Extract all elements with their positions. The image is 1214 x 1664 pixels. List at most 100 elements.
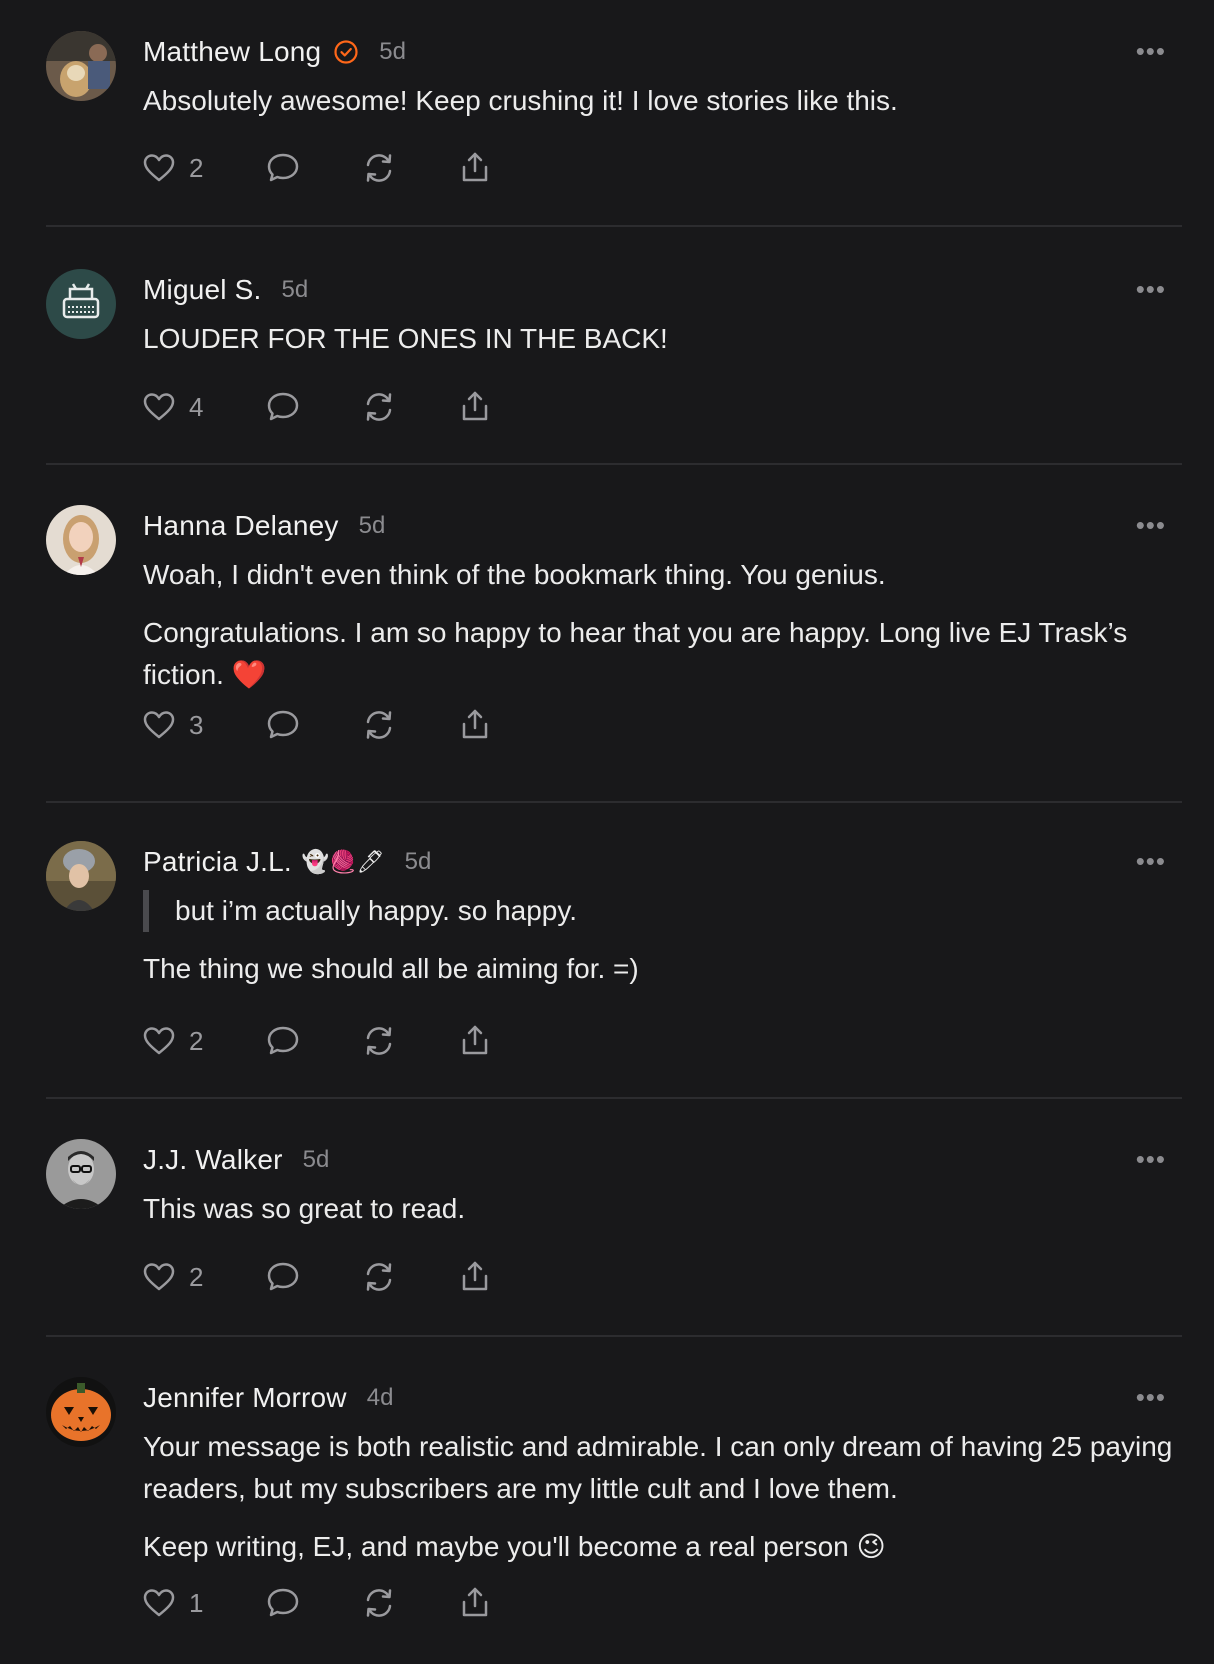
timestamp[interactable]: 5d [282, 276, 309, 304]
like-button[interactable]: 2 [141, 1259, 203, 1295]
more-options-button[interactable]: ••• [1136, 274, 1166, 305]
comment-body: but i’m actually happy. so happy. The th… [143, 890, 1178, 1006]
restack-icon [367, 711, 392, 739]
restack-button[interactable] [361, 1023, 397, 1059]
action-bar: 2 [141, 1259, 493, 1295]
author-name[interactable]: J.J. Walker [143, 1144, 283, 1176]
heart-icon [143, 1027, 175, 1055]
avatar[interactable] [46, 31, 116, 101]
like-button[interactable]: 1 [141, 1585, 203, 1621]
reply-button[interactable] [265, 150, 301, 186]
share-icon [463, 709, 488, 739]
more-options-button[interactable]: ••• [1136, 510, 1166, 541]
verified-badge-icon [333, 39, 359, 65]
comment-body: Woah, I didn't even think of the bookmar… [143, 554, 1178, 712]
timestamp[interactable]: 5d [303, 1146, 330, 1174]
share-icon [463, 1025, 488, 1055]
timestamp[interactable]: 4d [367, 1384, 394, 1412]
comment-bubble-icon [268, 1262, 299, 1291]
share-icon [463, 152, 488, 182]
like-button[interactable]: 3 [141, 707, 203, 743]
share-button[interactable] [457, 707, 493, 743]
share-button[interactable] [457, 1023, 493, 1059]
author-name[interactable]: Jennifer Morrow [143, 1382, 347, 1414]
timestamp[interactable]: 5d [359, 512, 386, 540]
restack-button[interactable] [361, 707, 397, 743]
comment-bubble-icon [268, 710, 299, 739]
comment-bubble-icon [268, 153, 299, 182]
timestamp[interactable]: 5d [405, 848, 432, 876]
restack-button[interactable] [361, 389, 397, 425]
timestamp[interactable]: 5d [379, 38, 406, 66]
reply-button[interactable] [265, 707, 301, 743]
more-options-button[interactable]: ••• [1136, 36, 1166, 67]
comment: Jennifer Morrow 4d ••• Your message is b… [0, 1337, 1214, 1664]
like-count: 3 [189, 709, 204, 740]
heart-icon [143, 393, 175, 421]
more-options-button[interactable]: ••• [1136, 1382, 1166, 1413]
share-icon [463, 391, 488, 421]
heart-icon [143, 1589, 175, 1617]
share-button[interactable] [457, 1259, 493, 1295]
action-bar: 2 [141, 1023, 493, 1059]
restack-button[interactable] [361, 150, 397, 186]
reply-button[interactable] [265, 389, 301, 425]
restack-button[interactable] [361, 1585, 397, 1621]
comment-text: Absolutely awesome! Keep crushing it! I … [143, 85, 898, 116]
more-options-button[interactable]: ••• [1136, 1144, 1166, 1175]
reply-button[interactable] [265, 1023, 301, 1059]
comment: Patricia J.L. 👻🧶🖊 5d ••• but i’m actuall… [0, 803, 1214, 1097]
comment: Miguel S. 5d ••• LOUDER FOR THE ONES IN … [0, 227, 1214, 463]
restack-icon [367, 154, 392, 182]
comment-text: Keep writing, EJ, and maybe you'll becom… [143, 1531, 886, 1562]
comment-bubble-icon [268, 1026, 299, 1055]
comment-feed: Matthew Long 5d ••• Absolutely awesome! … [0, 0, 1214, 1664]
share-button[interactable] [457, 150, 493, 186]
comment-body: Your message is both realistic and admir… [143, 1426, 1178, 1584]
restack-icon [367, 1589, 392, 1617]
name-emojis: 👻🧶🖊 [301, 849, 385, 874]
action-bar: 2 [141, 150, 493, 186]
avatar[interactable] [46, 1139, 116, 1209]
comment-text: This was so great to read. [143, 1193, 466, 1224]
avatar[interactable] [46, 505, 116, 575]
comment-text: The thing we should all be aiming for. =… [143, 953, 639, 984]
like-button[interactable]: 2 [141, 150, 203, 186]
like-count: 2 [189, 152, 204, 183]
comment-text: Your message is both realistic and admir… [143, 1431, 1173, 1504]
restack-button[interactable] [361, 1259, 397, 1295]
author-name[interactable]: Matthew Long [143, 36, 321, 68]
like-count: 1 [189, 1587, 204, 1618]
reply-button[interactable] [265, 1259, 301, 1295]
comment-body: LOUDER FOR THE ONES IN THE BACK! [143, 318, 1178, 376]
avatar[interactable] [46, 269, 116, 339]
avatar[interactable] [46, 841, 116, 911]
comment: J.J. Walker 5d ••• This was so great to … [0, 1099, 1214, 1335]
reply-button[interactable] [265, 1585, 301, 1621]
like-count: 2 [189, 1025, 204, 1056]
more-options-button[interactable]: ••• [1136, 846, 1166, 877]
avatar[interactable] [46, 1377, 116, 1447]
like-count: 2 [189, 1261, 204, 1292]
restack-icon [367, 393, 392, 421]
comment-text: Congratulations. I am so happy to hear t… [143, 617, 1128, 690]
share-button[interactable] [457, 389, 493, 425]
like-count: 4 [189, 391, 204, 422]
share-icon [463, 1587, 488, 1617]
comment-bubble-icon [268, 392, 299, 421]
action-bar: 1 [141, 1585, 493, 1621]
comment-text: LOUDER FOR THE ONES IN THE BACK! [143, 323, 668, 354]
comment: Hanna Delaney 5d ••• Woah, I didn't even… [0, 465, 1214, 801]
author-name[interactable]: Hanna Delaney [143, 510, 339, 542]
restack-icon [367, 1263, 392, 1291]
restack-icon [367, 1027, 392, 1055]
like-button[interactable]: 2 [141, 1023, 203, 1059]
comment-body: Absolutely awesome! Keep crushing it! I … [143, 80, 1178, 138]
like-button[interactable]: 4 [141, 389, 203, 425]
share-button[interactable] [457, 1585, 493, 1621]
comment: Matthew Long 5d ••• Absolutely awesome! … [0, 0, 1214, 225]
heart-icon [143, 1263, 175, 1291]
author-name[interactable]: Miguel S. [143, 274, 262, 306]
share-icon [463, 1261, 488, 1291]
author-name[interactable]: Patricia J.L. [143, 846, 292, 878]
